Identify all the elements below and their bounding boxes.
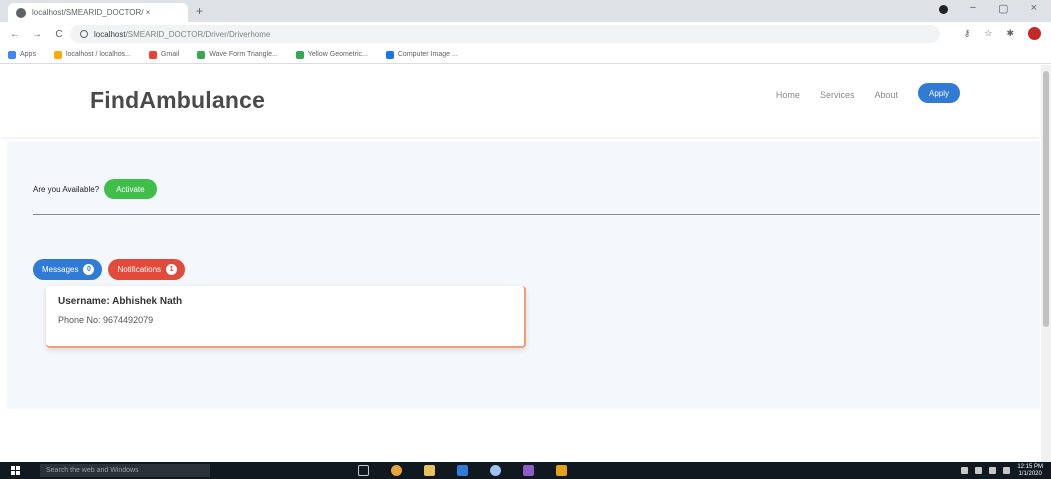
clock[interactable]: 12:15 PM 1/1/2020 — [1017, 464, 1043, 478]
phone-text: Phone No: 9674492079 — [58, 315, 154, 325]
taskbar-search[interactable]: Search the web and Windows — [40, 464, 210, 477]
taskbar-apps — [358, 465, 567, 476]
dashboard-content: Are you Available? Activate Messages 0 N… — [7, 141, 1040, 409]
browser-toolbar: ← → C localhost/SMEARID_DOCTOR/Driver/Dr… — [0, 22, 1051, 46]
star-icon[interactable]: ☆ — [984, 28, 992, 39]
globe-icon — [16, 7, 26, 18]
bookmark-item[interactable]: localhost / localhos... — [53, 50, 131, 59]
site-navbar: FindAmbulance Home Services About Apply — [0, 65, 1040, 137]
visual-studio-icon[interactable] — [523, 465, 534, 476]
window-controls: − ▢ × — [938, 2, 1037, 15]
volume-icon[interactable] — [989, 467, 997, 474]
notifications-count-badge: 1 — [166, 264, 178, 275]
brand-logo[interactable]: FindAmbulance — [90, 87, 265, 114]
address-bar[interactable]: localhost/SMEARID_DOCTOR/Driver/Driverho… — [70, 25, 940, 43]
url-host: localhost — [94, 29, 126, 39]
bookmark-label: Gmail — [160, 51, 180, 58]
bookmark-label: Apps — [20, 51, 36, 58]
store-icon[interactable] — [457, 465, 468, 476]
notifications-label: Notifications — [117, 265, 162, 274]
toolbar-icons: ⚷ ☆ ✱ — [964, 27, 1041, 40]
reload-button[interactable]: C — [52, 29, 66, 40]
bookmark-favicon-icon — [295, 50, 304, 59]
clock-date: 1/1/2020 — [1018, 470, 1042, 477]
url-text: localhost/SMEARID_DOCTOR/Driver/Driverho… — [94, 30, 270, 39]
app-icon[interactable] — [556, 465, 567, 476]
bookmarks-bar: Apps localhost / localhos... Gmail Wave For… — [0, 46, 1051, 64]
bookmark-favicon-icon — [53, 50, 62, 59]
nav-links: Home Services About Apply — [776, 83, 960, 103]
bookmark-item[interactable]: Yellow Geometric... — [295, 50, 368, 59]
url-path: /SMEARID_DOCTOR/Driver/Driverhome — [125, 29, 271, 39]
info-icon[interactable] — [80, 30, 88, 38]
bookmark-item[interactable]: Wave Form Triangle... — [197, 50, 278, 59]
system-tray: 12:15 PM 1/1/2020 — [961, 464, 1051, 478]
bookmark-label: Yellow Geometric... — [307, 51, 368, 58]
section-divider — [33, 214, 1040, 215]
close-window-button[interactable]: × — [1031, 2, 1037, 15]
extensions-icon[interactable]: ✱ — [1006, 28, 1014, 39]
bookmark-item[interactable]: Gmail — [148, 50, 180, 59]
start-button[interactable] — [0, 462, 30, 479]
notifications-button[interactable]: Notifications 1 — [108, 259, 186, 280]
nav-home-link[interactable]: Home — [776, 90, 800, 100]
browser-icon[interactable] — [490, 465, 501, 476]
tab-title: localhost/SMEARID_DOCTOR/ × — [32, 8, 151, 17]
page-scrollbar[interactable] — [1041, 65, 1051, 462]
browser-tabstrip: localhost/SMEARID_DOCTOR/ × + − ▢ × — [0, 0, 1051, 22]
windows-logo-icon — [10, 466, 20, 475]
bookmark-favicon-icon — [148, 50, 157, 59]
activate-button[interactable]: Activate — [104, 179, 157, 199]
back-button[interactable]: ← — [8, 29, 22, 40]
bookmark-item[interactable]: Computer Image ... — [385, 50, 458, 59]
keyboard-icon[interactable] — [1003, 467, 1011, 474]
availability-row: Are you Available? Activate — [33, 179, 157, 199]
taskbar: Search the web and Windows 12:15 PM 1/1/… — [0, 462, 1051, 479]
apply-button[interactable]: Apply — [917, 83, 960, 103]
bookmark-item[interactable]: Apps — [8, 50, 36, 59]
profile-dot-icon[interactable] — [938, 5, 948, 14]
scrollbar-thumb[interactable] — [1043, 71, 1049, 327]
network-icon[interactable] — [975, 467, 983, 474]
messages-count-badge: 0 — [83, 264, 95, 275]
minimize-button[interactable]: − — [970, 2, 976, 15]
bookmark-label: Wave Form Triangle... — [209, 51, 278, 58]
bookmark-label: Computer Image ... — [397, 51, 458, 58]
maximize-button[interactable]: ▢ — [998, 2, 1008, 15]
nav-services-link[interactable]: Services — [820, 90, 855, 100]
new-tab-button[interactable]: + — [196, 4, 203, 18]
web-page: FindAmbulance Home Services About Apply … — [0, 65, 1051, 462]
forward-button[interactable]: → — [30, 29, 44, 40]
profile-avatar[interactable] — [1028, 27, 1041, 40]
bookmark-label: localhost / localhos... — [65, 51, 131, 58]
task-view-icon[interactable] — [358, 465, 369, 476]
nav-about-link[interactable]: About — [874, 90, 898, 100]
bookmark-favicon-icon — [197, 50, 206, 59]
file-explorer-icon[interactable] — [424, 465, 435, 476]
username-text: Username: Abhishek Nath — [58, 296, 183, 307]
inbox-buttons: Messages 0 Notifications 1 — [33, 259, 186, 280]
availability-label: Are you Available? — [33, 184, 100, 194]
clock-time: 12:15 PM — [1017, 463, 1043, 470]
key-icon[interactable]: ⚷ — [964, 28, 971, 39]
bookmark-favicon-icon — [385, 50, 394, 59]
messages-label: Messages — [42, 265, 79, 274]
browser-tab[interactable]: localhost/SMEARID_DOCTOR/ × — [8, 3, 188, 22]
screen: localhost/SMEARID_DOCTOR/ × + − ▢ × ← → … — [0, 0, 1051, 479]
chrome-icon[interactable] — [391, 465, 402, 476]
bookmark-favicon-icon — [8, 50, 16, 59]
tray-chevron-icon[interactable] — [961, 467, 969, 474]
messages-button[interactable]: Messages 0 — [33, 259, 103, 280]
user-info-card: Username: Abhishek Nath Phone No: 967449… — [46, 286, 526, 348]
